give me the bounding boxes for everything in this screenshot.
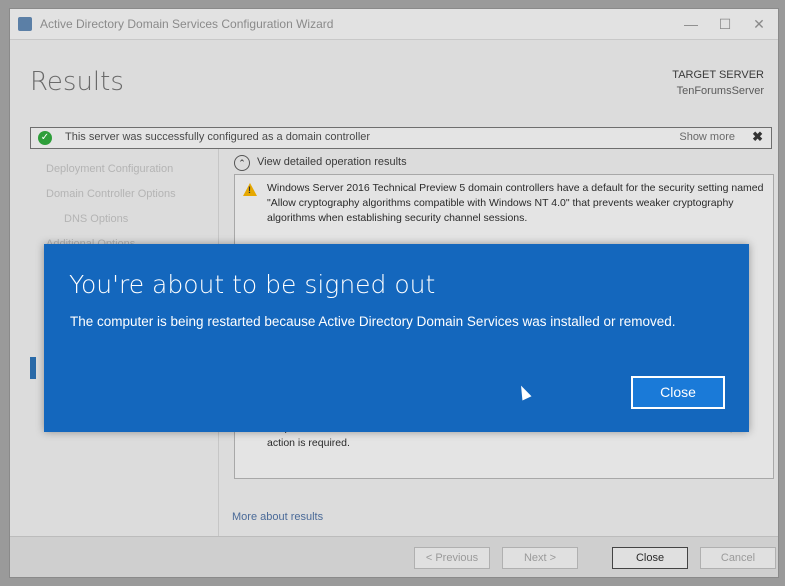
wizard-nav: Deployment Configuration Domain Controll… bbox=[46, 157, 216, 257]
window-close-button[interactable]: ✕ bbox=[744, 13, 774, 35]
success-notification-bar: ✓ This server was successfully configure… bbox=[30, 127, 772, 149]
nav-item-domain-controller-options[interactable]: Domain Controller Options bbox=[46, 182, 216, 207]
wizard-footer: < Previous Next > Close Cancel bbox=[10, 536, 778, 577]
more-about-results-link[interactable]: More about results bbox=[232, 511, 323, 523]
target-server-name: TenForumsServer bbox=[676, 85, 764, 97]
dialog-message: The computer is being restarted because … bbox=[70, 314, 676, 329]
footer-close-button[interactable]: Close bbox=[612, 547, 688, 569]
warning-message: Windows Server 2016 Technical Preview 5 … bbox=[267, 182, 764, 224]
notification-close-icon[interactable]: ✖ bbox=[752, 129, 763, 145]
next-button[interactable]: Next > bbox=[502, 547, 578, 569]
maximize-button[interactable]: ☐ bbox=[710, 13, 740, 35]
success-message: This server was successfully configured … bbox=[65, 131, 371, 143]
title-bar: Active Directory Domain Services Configu… bbox=[10, 9, 778, 40]
server-manager-icon bbox=[18, 17, 32, 31]
page-title: Results bbox=[30, 67, 124, 97]
previous-button[interactable]: < Previous bbox=[414, 547, 490, 569]
target-server-label: TARGET SERVER bbox=[672, 69, 764, 81]
nav-item-deployment-configuration[interactable]: Deployment Configuration bbox=[46, 157, 216, 182]
dialog-close-button[interactable]: Close bbox=[631, 376, 725, 409]
minimize-button[interactable]: — bbox=[676, 13, 706, 35]
check-circle-icon: ✓ bbox=[38, 131, 52, 145]
nav-selection-marker bbox=[30, 357, 36, 379]
cancel-button[interactable]: Cancel bbox=[700, 547, 776, 569]
window-title: Active Directory Domain Services Configu… bbox=[40, 17, 334, 31]
warning-exclamation: ! bbox=[248, 185, 251, 195]
view-detailed-results-label[interactable]: View detailed operation results bbox=[257, 156, 407, 168]
dialog-title: You're about to be signed out bbox=[69, 270, 436, 299]
collapse-expander-icon[interactable]: ⌃ bbox=[234, 155, 250, 171]
nav-item-dns-options[interactable]: DNS Options bbox=[46, 207, 216, 232]
show-more-link[interactable]: Show more bbox=[679, 131, 735, 143]
sign-out-dialog: You're about to be signed out The comput… bbox=[44, 244, 749, 432]
